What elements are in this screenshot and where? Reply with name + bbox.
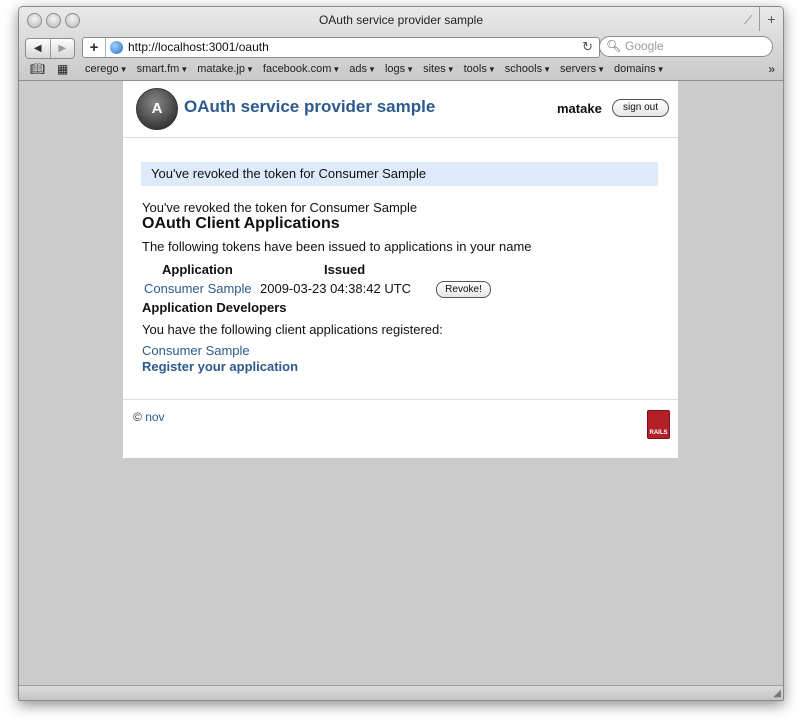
author-link[interactable]: nov (145, 410, 164, 424)
bookmark-label: tools (463, 63, 487, 75)
bookmark-label: smart.fm (136, 63, 180, 75)
toolbar-toggle-icon[interactable]: ⟋ (744, 14, 756, 26)
dropdown-caret-icon: ▼ (487, 65, 496, 74)
dropdown-caret-icon: ▼ (597, 65, 605, 74)
bookmark-tools[interactable]: tools▼ (464, 63, 496, 75)
site-title[interactable]: OAuth service provider sample (184, 97, 435, 117)
bookmark-label: domains (614, 63, 656, 75)
bookmark-items: cerego▼ smart.fm▼ matake.jp▼ facebook.co… (85, 63, 665, 75)
bookmark-smartfm[interactable]: smart.fm▼ (137, 63, 189, 75)
revoke-button[interactable]: Revoke! (436, 281, 491, 298)
bookmark-logs[interactable]: logs▼ (385, 63, 414, 75)
bookmark-label: matake.jp (197, 63, 245, 75)
back-button[interactable]: ◀ (26, 39, 50, 58)
new-tab-button[interactable]: + (759, 7, 783, 31)
dropdown-caret-icon: ▼ (180, 65, 189, 74)
forward-arrow-icon: ▶ (58, 43, 67, 54)
tokens-intro: The following tokens have been issued to… (142, 239, 532, 254)
dropdown-caret-icon: ▼ (656, 65, 665, 74)
bookmark-label: cerego (85, 63, 119, 75)
registered-app-link[interactable]: Consumer Sample (142, 343, 250, 358)
dropdown-caret-icon: ▼ (446, 65, 455, 74)
page-container: A OAuth service provider sample matake s… (123, 81, 678, 458)
browser-window: OAuth service provider sample ⟋ + ◀ ▶ + … (18, 6, 784, 701)
back-arrow-icon: ◀ (33, 43, 42, 54)
bookmark-sites[interactable]: sites▼ (423, 63, 455, 75)
dropdown-caret-icon: ▼ (332, 65, 341, 74)
column-header-application: Application (162, 262, 233, 277)
bookmark-cerego[interactable]: cerego▼ (85, 63, 128, 75)
bookmark-facebook[interactable]: facebook.com▼ (263, 63, 340, 75)
page-heading: OAuth Client Applications (142, 215, 340, 232)
footer-credit: © nov (133, 410, 165, 424)
current-username: matake (557, 101, 602, 116)
globe-icon (110, 41, 123, 54)
token-issued-date: 2009-03-23 04:38:42 UTC (260, 281, 412, 296)
bookmark-label: logs (384, 63, 406, 75)
bookmark-servers[interactable]: servers▼ (560, 63, 605, 75)
bookmark-schools[interactable]: schools▼ (505, 63, 551, 75)
url-text[interactable]: http://localhost:3001/oauth (128, 40, 269, 54)
site-footer: © nov RAILS (123, 399, 678, 459)
flash-notice: You've revoked the token for Consumer Sa… (141, 162, 658, 186)
token-application-link[interactable]: Consumer Sample (144, 281, 252, 296)
bookmark-domains[interactable]: domains▼ (614, 63, 665, 75)
more-bookmarks-icon[interactable]: » (768, 62, 775, 76)
web-viewport: A OAuth service provider sample matake s… (19, 81, 783, 686)
title-bar: OAuth service provider sample ⟋ + (19, 7, 783, 33)
bookmark-label: servers (560, 63, 597, 75)
address-bar[interactable]: + http://localhost:3001/oauth ↻ (82, 37, 600, 58)
dropdown-caret-icon: ▼ (119, 65, 128, 74)
reload-icon[interactable]: ↻ (582, 39, 593, 55)
bookmark-matakejp[interactable]: matake.jp▼ (197, 63, 254, 75)
search-placeholder: Google (625, 39, 664, 53)
bookmark-label: sites (423, 63, 446, 75)
add-bookmark-button[interactable]: + (83, 38, 106, 57)
status-bar: ◢ (19, 685, 783, 700)
top-sites-grid-icon[interactable]: ▦ (57, 62, 68, 76)
dropdown-caret-icon: ▼ (406, 65, 415, 74)
rails-logo[interactable]: RAILS (647, 410, 670, 439)
site-header: A OAuth service provider sample matake s… (123, 81, 678, 138)
dropdown-caret-icon: ▼ (245, 65, 254, 74)
resize-grip-icon[interactable]: ◢ (773, 688, 781, 699)
copyright-symbol: © (133, 410, 142, 424)
dropdown-caret-icon: ▼ (368, 65, 376, 74)
search-field[interactable]: 🔍︎ Google (599, 36, 773, 57)
forward-button[interactable]: ▶ (49, 39, 75, 58)
bookmarks-book-icon[interactable]: 📖︎ (30, 62, 45, 76)
window-title: OAuth service provider sample (318, 13, 484, 27)
history-buttons: ◀ ▶ (25, 38, 75, 59)
developers-intro: You have the following client applicatio… (142, 322, 443, 337)
navigation-toolbar: ◀ ▶ + http://localhost:3001/oauth ↻ 🔍︎ G… (19, 35, 783, 59)
bookmark-label: schools (504, 63, 543, 75)
bookmark-label: facebook.com (262, 63, 332, 75)
column-header-issued: Issued (324, 262, 366, 277)
bookmark-label: ads (349, 63, 368, 75)
search-icon[interactable]: 🔍︎ (606, 39, 621, 53)
developers-heading: Application Developers (142, 300, 287, 315)
bookmarks-bar: 📖︎ ▦ cerego▼ smart.fm▼ matake.jp▼ facebo… (19, 61, 783, 79)
dropdown-caret-icon: ▼ (543, 65, 552, 74)
oauth-logo[interactable]: A (136, 88, 178, 130)
register-application-link[interactable]: Register your application (142, 359, 298, 374)
revoke-notice: You've revoked the token for Consumer Sa… (142, 200, 418, 215)
bookmark-ads[interactable]: ads▼ (349, 63, 376, 75)
sign-out-button[interactable]: sign out (612, 99, 669, 117)
browser-chrome: OAuth service provider sample ⟋ + ◀ ▶ + … (19, 7, 783, 81)
